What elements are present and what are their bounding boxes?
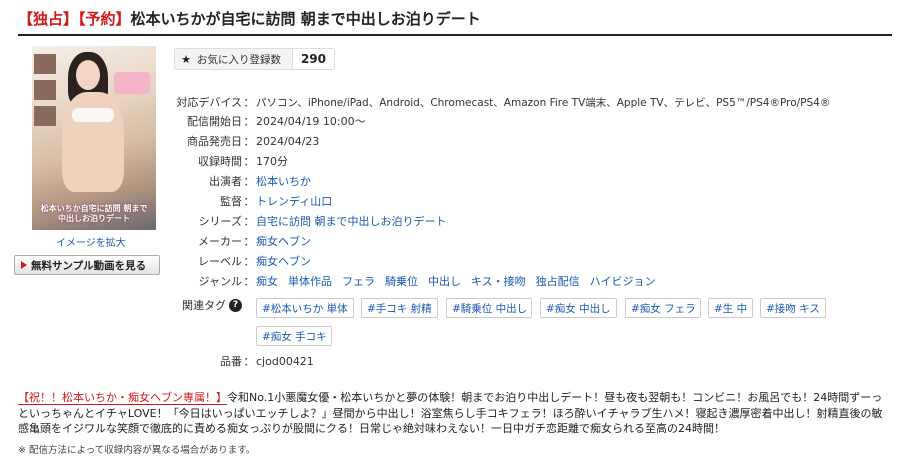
duration-label: 収録時間: [198, 155, 242, 168]
tag-chip[interactable]: #痴女 手コキ: [256, 326, 332, 346]
maker-link[interactable]: 痴女ヘブン: [256, 233, 311, 249]
cast-label: 出演者: [209, 175, 242, 188]
favorite-count-box[interactable]: ★ お気に入り登録数 290: [174, 48, 335, 70]
duration-value: 170分: [256, 155, 288, 168]
director-link[interactable]: トレンディ山口: [256, 193, 332, 209]
free-sample-label: 無料サンプル動画を見る: [31, 259, 147, 272]
sale-row: 商品発売日： 2024/04/23: [150, 131, 890, 151]
favorite-count: 290: [291, 49, 334, 69]
sale-value: 2024/04/23: [256, 134, 320, 148]
genre-link[interactable]: キス・接吻: [471, 275, 526, 288]
related-tags-label: 関連タグ ?: [150, 297, 242, 313]
product-description: 【祝！！松本いちか・痴女ヘブン専属！】令和No.1小悪魔女優・松本いちかと夢の体…: [18, 390, 892, 437]
enlarge-image-link[interactable]: イメージを拡大: [56, 234, 126, 249]
director-label: 監督: [220, 195, 242, 208]
maker-label: メーカー: [198, 235, 242, 248]
sale-label: 商品発売日: [187, 135, 242, 148]
distribution-note: ※ 配信方法によって収録内容が異なる場合があります。: [18, 445, 256, 456]
preorder-tag: 【予約】: [78, 10, 131, 28]
duration-row: 収録時間： 170分: [150, 151, 890, 171]
genre-row: ジャンル： 痴女 単体作品 フェラ 騎乗位 中出し キス・接吻 独占配信 ハイビジョン: [150, 271, 890, 291]
tag-chip[interactable]: #痴女 フェラ: [625, 298, 701, 318]
cover-image[interactable]: 松本いちか自宅に訪問 朝まで中出しお泊りデート: [32, 46, 156, 230]
cover-title: 松本いちか自宅に訪問 朝まで中出しお泊りデート: [40, 204, 148, 223]
genre-link[interactable]: フェラ: [342, 275, 375, 288]
play-icon: [21, 261, 27, 269]
favorite-label: お気に入り登録数: [197, 53, 281, 66]
genre-link[interactable]: 独占配信: [536, 275, 580, 288]
exclusive-tag: 【独占】: [18, 10, 79, 28]
related-tags-text: 関連タグ: [182, 299, 226, 312]
genre-link[interactable]: 騎乗位: [385, 275, 418, 288]
release-label: 配信開始日: [187, 115, 242, 128]
star-icon: ★: [181, 52, 191, 66]
cast-row: 出演者： 松本いちか: [150, 171, 890, 191]
tag-chip[interactable]: #騎乗位 中出し: [446, 298, 532, 318]
maker-row: メーカー： 痴女ヘブン: [150, 231, 890, 251]
cast-link[interactable]: 松本いちか: [256, 173, 311, 189]
devices-label: 対応デバイス: [176, 96, 242, 109]
genre-link[interactable]: 単体作品: [288, 275, 332, 288]
description-highlight: 【祝！！松本いちか・痴女ヘブン専属！】: [18, 391, 227, 405]
code-label: 品番: [220, 355, 242, 368]
label-row: レーベル： 痴女ヘブン: [150, 251, 890, 271]
devices-value: パソコン、iPhone/iPad、Android、Chromecast、Amaz…: [256, 96, 831, 109]
genre-link[interactable]: 痴女: [256, 275, 278, 288]
director-row: 監督： トレンディ山口: [150, 191, 890, 211]
release-row: 配信開始日： 2024/04/19 10:00〜: [150, 111, 890, 131]
label-label: レーベル: [198, 255, 242, 268]
product-title: 【独占】【予約】松本いちかが自宅に訪問 朝まで中出しお泊りデート: [18, 8, 892, 36]
tag-chip[interactable]: #接吻 キス: [760, 298, 826, 318]
genre-link[interactable]: 中出し: [428, 275, 461, 288]
tag-chip[interactable]: #生 中: [708, 298, 753, 318]
devices-row: 対応デバイス： パソコン、iPhone/iPad、Android、Chromec…: [150, 92, 890, 112]
tag-chip[interactable]: #痴女 中出し: [540, 298, 617, 318]
genre-label: ジャンル: [198, 275, 242, 288]
tag-chip[interactable]: #手コキ 射精: [361, 298, 438, 318]
tag-chip[interactable]: #松本いちか 単体: [256, 298, 354, 318]
genre-link[interactable]: ハイビジョン: [590, 275, 656, 288]
series-link[interactable]: 自宅に訪問 朝まで中出しお泊りデート: [256, 213, 447, 229]
release-value: 2024/04/19 10:00〜: [256, 115, 366, 128]
free-sample-button[interactable]: 無料サンプル動画を見る: [14, 255, 160, 275]
title-text: 松本いちかが自宅に訪問 朝まで中出しお泊りデート: [130, 10, 481, 28]
help-icon[interactable]: ?: [229, 298, 242, 312]
series-label: シリーズ: [198, 215, 242, 228]
series-row: シリーズ： 自宅に訪問 朝まで中出しお泊りデート: [150, 211, 890, 231]
label-link[interactable]: 痴女ヘブン: [256, 253, 311, 269]
code-value: cjod00421: [256, 354, 314, 368]
code-row: 品番： cjod00421: [150, 351, 890, 371]
